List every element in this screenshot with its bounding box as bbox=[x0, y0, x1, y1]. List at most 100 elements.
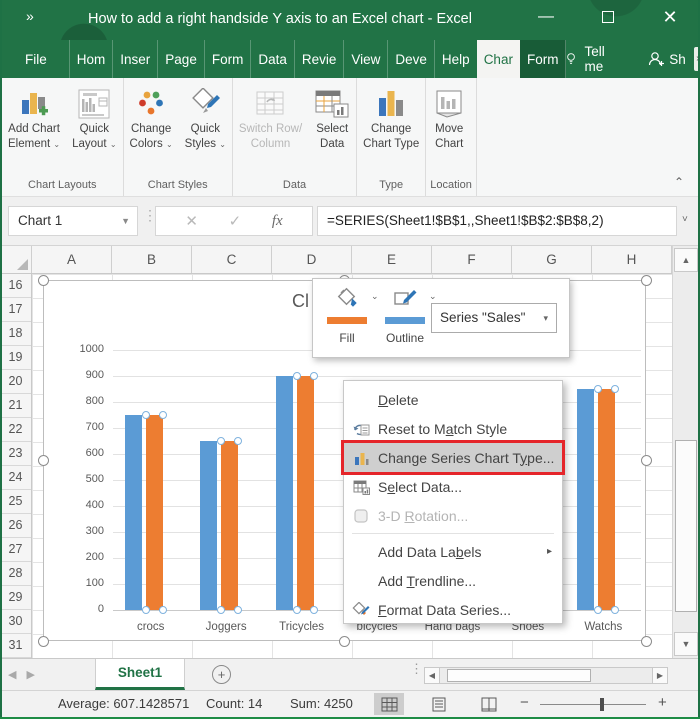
name-box[interactable]: Chart 1▼ bbox=[8, 206, 138, 236]
chart-resize-handle[interactable] bbox=[38, 275, 49, 286]
row-header-19[interactable]: 19 bbox=[0, 346, 31, 370]
vertical-scroll-thumb[interactable] bbox=[675, 440, 697, 612]
maximize-button[interactable] bbox=[586, 0, 630, 34]
vertical-scrollbar[interactable]: ▲ ▼ bbox=[672, 246, 698, 658]
row-header-29[interactable]: 29 bbox=[0, 586, 31, 610]
page-break-view-icon[interactable] bbox=[474, 693, 504, 715]
zoom-slider-thumb[interactable] bbox=[600, 698, 604, 711]
row-header-27[interactable]: 27 bbox=[0, 538, 31, 562]
row-header-18[interactable]: 18 bbox=[0, 322, 31, 346]
series-selection-handle[interactable] bbox=[310, 606, 318, 614]
row-header-28[interactable]: 28 bbox=[0, 562, 31, 586]
menu-item-reset-to-match-style[interactable]: Reset to Match Style bbox=[344, 414, 562, 443]
series-selection-handle[interactable] bbox=[611, 606, 619, 614]
column-header-F[interactable]: F bbox=[432, 246, 512, 273]
outline-button[interactable]: Outline bbox=[385, 287, 425, 345]
tab-page-3[interactable]: Page bbox=[157, 40, 204, 78]
quick-styles-button[interactable]: QuickStyles ⌄ bbox=[179, 84, 232, 154]
scroll-down-icon[interactable]: ▼ bbox=[674, 632, 698, 656]
insert-function-icon[interactable]: fx bbox=[272, 213, 283, 230]
bar-series-1-crocs[interactable] bbox=[125, 415, 142, 610]
series-selection-handle[interactable] bbox=[234, 437, 242, 445]
scroll-up-icon[interactable]: ▲ bbox=[674, 248, 698, 272]
select-data-button[interactable]: SelectData bbox=[308, 84, 356, 154]
column-header-H[interactable]: H bbox=[592, 246, 672, 273]
column-header-G[interactable]: G bbox=[512, 246, 592, 273]
tab-data-5[interactable]: Data bbox=[250, 40, 294, 78]
chart-resize-handle[interactable] bbox=[38, 455, 49, 466]
chart-resize-handle[interactable] bbox=[641, 455, 652, 466]
series-selection-handle[interactable] bbox=[234, 606, 242, 614]
name-box-dropdown-icon[interactable]: ▼ bbox=[121, 207, 130, 235]
x-axis-label-crocs[interactable]: crocs bbox=[111, 621, 191, 633]
row-header-25[interactable]: 25 bbox=[0, 490, 31, 514]
chart-resize-handle[interactable] bbox=[38, 636, 49, 647]
cancel-icon[interactable]: ✕ bbox=[185, 212, 198, 230]
y-axis-label[interactable]: 100 bbox=[58, 577, 104, 589]
horizontal-scroll-thumb[interactable] bbox=[447, 669, 591, 682]
collapse-ribbon-icon[interactable]: ⌃ bbox=[674, 175, 684, 189]
quick-access-chevron-icon[interactable]: » bbox=[26, 8, 32, 24]
chart-resize-handle[interactable] bbox=[641, 275, 652, 286]
menu-item-delete[interactable]: Delete bbox=[344, 385, 562, 414]
column-header-C[interactable]: C bbox=[192, 246, 272, 273]
selector-dropdown-icon[interactable]: ▾ bbox=[543, 304, 548, 332]
x-axis-label-tricycles[interactable]: Tricycles bbox=[262, 621, 342, 633]
bar-series-1-watchs[interactable] bbox=[577, 389, 594, 610]
x-axis-label-joggers[interactable]: Joggers bbox=[186, 621, 266, 633]
minimize-button[interactable]: — bbox=[524, 0, 568, 34]
menu-item-format-data-series[interactable]: Format Data Series... bbox=[344, 595, 562, 624]
series-selection-handle[interactable] bbox=[142, 606, 150, 614]
y-axis-label[interactable]: 0 bbox=[58, 603, 104, 615]
horizontal-scrollbar[interactable]: ◀ ▶ bbox=[424, 667, 668, 684]
normal-view-icon[interactable] bbox=[374, 693, 404, 715]
sheet-nav-arrows[interactable]: ◀▶ bbox=[8, 668, 45, 681]
sheet-tab-sheet1[interactable]: Sheet1 bbox=[95, 659, 185, 690]
y-axis-label[interactable]: 200 bbox=[58, 551, 104, 563]
y-axis-label[interactable]: 900 bbox=[58, 369, 104, 381]
series-selection-handle[interactable] bbox=[293, 606, 301, 614]
scroll-right-icon[interactable]: ▶ bbox=[652, 668, 667, 683]
outline-dropdown-icon[interactable]: ⌄ bbox=[429, 291, 437, 302]
row-header-31[interactable]: 31 bbox=[0, 634, 31, 658]
tab-hom-1[interactable]: Hom bbox=[69, 40, 113, 78]
select-all-button[interactable] bbox=[0, 246, 32, 273]
column-header-A[interactable]: A bbox=[32, 246, 112, 273]
row-header-22[interactable]: 22 bbox=[0, 418, 31, 442]
tab-inser-2[interactable]: Inser bbox=[112, 40, 157, 78]
y-axis-label[interactable]: 500 bbox=[58, 473, 104, 485]
menu-item-select-data[interactable]: Select Data... bbox=[344, 472, 562, 501]
chart-title[interactable]: Cl bbox=[292, 291, 309, 312]
column-header-B[interactable]: B bbox=[112, 246, 192, 273]
zoom-in-button[interactable]: + bbox=[658, 694, 667, 711]
tell-me-button[interactable]: Tell me bbox=[566, 44, 613, 74]
add-chart-element-button[interactable]: Add ChartElement ⌄ bbox=[2, 84, 66, 154]
zoom-slider[interactable] bbox=[540, 704, 646, 705]
menu-item-change-series-chart-type[interactable]: Change Series Chart Type... bbox=[344, 443, 562, 472]
quick-layout-button[interactable]: QuickLayout ⌄ bbox=[66, 84, 122, 154]
row-header-16[interactable]: 16 bbox=[0, 274, 31, 298]
series-selection-handle[interactable] bbox=[594, 606, 602, 614]
tab-view-7[interactable]: View bbox=[343, 40, 387, 78]
formula-input[interactable]: =SERIES(Sheet1!$B$1,,Sheet1!$B$2:$B$8,2) bbox=[317, 206, 677, 236]
tab-bar-splitter[interactable]: ⋮ bbox=[410, 665, 416, 672]
tab-deve-8[interactable]: Deve bbox=[387, 40, 434, 78]
bar-sales-joggers[interactable] bbox=[221, 441, 238, 610]
x-axis-label-watchs[interactable]: Watchs bbox=[563, 621, 643, 633]
row-header-24[interactable]: 24 bbox=[0, 466, 31, 490]
new-sheet-icon[interactable]: + bbox=[212, 665, 231, 684]
menu-item-add-trendline[interactable]: Add Trendline... bbox=[344, 566, 562, 595]
row-header-23[interactable]: 23 bbox=[0, 442, 31, 466]
change-chart-type-button[interactable]: ChangeChart Type bbox=[357, 84, 425, 154]
series-selection-handle[interactable] bbox=[310, 372, 318, 380]
close-button[interactable]: ✕ bbox=[648, 0, 692, 34]
tab-help-9[interactable]: Help bbox=[434, 40, 477, 78]
y-axis-label[interactable]: 600 bbox=[58, 447, 104, 459]
page-layout-view-icon[interactable] bbox=[424, 693, 454, 715]
chart-element-selector[interactable]: Series "Sales" ▾ bbox=[431, 303, 557, 333]
zoom-out-button[interactable]: − bbox=[520, 694, 529, 711]
bar-sales-crocs[interactable] bbox=[146, 415, 163, 610]
fill-dropdown-icon[interactable]: ⌄ bbox=[371, 291, 379, 302]
row-header-30[interactable]: 30 bbox=[0, 610, 31, 634]
bar-series-1-tricycles[interactable] bbox=[276, 376, 293, 610]
